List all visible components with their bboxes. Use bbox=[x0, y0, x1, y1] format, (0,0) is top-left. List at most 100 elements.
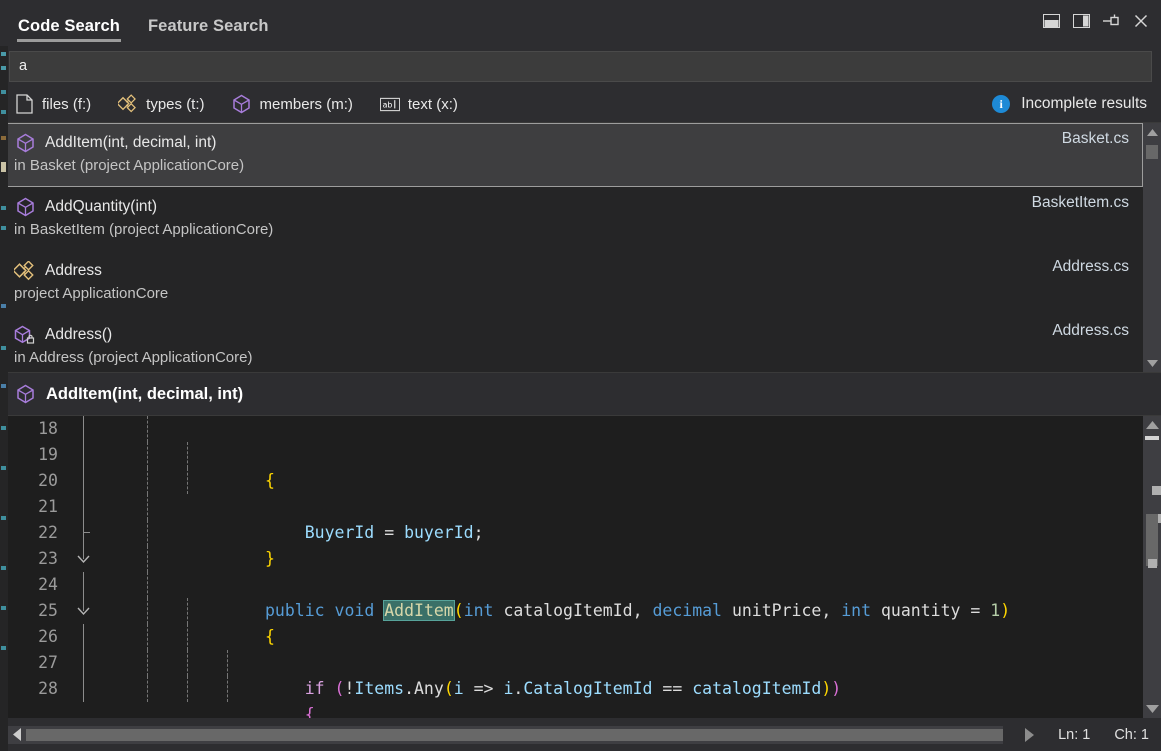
search-input[interactable] bbox=[19, 58, 1142, 74]
result-file: BasketItem.cs bbox=[1032, 194, 1129, 212]
code-text: { bbox=[100, 572, 1143, 598]
filter-text[interactable]: ab text (x:) bbox=[380, 94, 458, 114]
line-number: 27 bbox=[0, 650, 66, 676]
results-scrollbar-thumb[interactable] bbox=[1146, 145, 1158, 159]
editor-scrollbar[interactable] bbox=[1143, 416, 1161, 718]
preview-header: AddItem(int, decimal, int) bbox=[0, 372, 1161, 416]
member-cube-private-icon bbox=[14, 324, 36, 346]
close-icon[interactable] bbox=[1131, 11, 1151, 31]
fold-margin[interactable] bbox=[66, 468, 100, 494]
fold-margin[interactable] bbox=[66, 598, 100, 624]
filter-files[interactable]: files (f:) bbox=[14, 94, 91, 114]
fold-margin[interactable] bbox=[66, 520, 100, 546]
scroll-down-icon[interactable] bbox=[1143, 354, 1161, 372]
code-line: 18 { bbox=[0, 416, 1143, 442]
result-row-1[interactable]: AddQuantity(int) in BasketItem (project … bbox=[0, 187, 1143, 251]
fold-margin[interactable] bbox=[66, 624, 100, 650]
result-file: Basket.cs bbox=[1062, 130, 1129, 148]
scroll-down-icon[interactable] bbox=[1143, 700, 1161, 718]
horizontal-scrollbar[interactable] bbox=[8, 726, 1003, 744]
pin-icon[interactable] bbox=[1101, 11, 1121, 31]
line-number: 28 bbox=[0, 676, 66, 702]
code-text: { bbox=[100, 416, 1143, 442]
dock-bottom-icon[interactable] bbox=[1041, 11, 1061, 31]
code-text: if (!Items.Any(i => i.CatalogItemId == c… bbox=[100, 598, 1143, 624]
fold-margin[interactable] bbox=[66, 494, 100, 520]
tab-feature-search[interactable]: Feature Search bbox=[144, 17, 279, 46]
code-line: 28 return; bbox=[0, 676, 1143, 702]
fold-margin[interactable] bbox=[66, 442, 100, 468]
filter-types[interactable]: types (t:) bbox=[118, 94, 204, 114]
line-number: 24 bbox=[0, 572, 66, 598]
editor-scrollbar-match-marker bbox=[1152, 486, 1161, 495]
editor-scrollbar-top-marker bbox=[1145, 436, 1159, 440]
code-area[interactable]: 18 { 19 BuyerId = buyerId; bbox=[0, 416, 1143, 718]
incomplete-results-label: Incomplete results bbox=[1021, 95, 1147, 113]
result-file: Address.cs bbox=[1052, 258, 1129, 276]
member-cube-icon bbox=[14, 132, 36, 154]
code-line: 22 bbox=[0, 520, 1143, 546]
scroll-up-icon[interactable] bbox=[1143, 123, 1161, 141]
code-scroll: 18 { 19 BuyerId = buyerId; bbox=[0, 416, 1143, 718]
edge-annotation-strip bbox=[0, 46, 8, 751]
title-bar: Code Search Feature Search bbox=[0, 0, 1161, 46]
result-context: in Basket (project ApplicationCore) bbox=[14, 157, 1129, 174]
member-cube-icon bbox=[14, 196, 36, 218]
chevron-down-icon[interactable] bbox=[76, 553, 90, 565]
preview-title: AddItem(int, decimal, int) bbox=[46, 385, 243, 404]
text-ab-icon: ab bbox=[380, 94, 400, 114]
results-scrollbar[interactable] bbox=[1143, 123, 1161, 372]
filter-row: files (f:) types (t:) bbox=[0, 86, 1161, 122]
scroll-up-icon[interactable] bbox=[1143, 416, 1161, 434]
line-number: 18 bbox=[0, 416, 66, 442]
fold-margin[interactable] bbox=[66, 676, 100, 702]
line-number: 20 bbox=[0, 468, 66, 494]
line-number: 23 bbox=[0, 546, 66, 572]
result-row-0[interactable]: AddItem(int, decimal, int) in Basket (pr… bbox=[0, 123, 1143, 187]
result-context: in Address (project ApplicationCore) bbox=[14, 349, 1129, 366]
horizontal-scrollbar-thumb[interactable] bbox=[26, 729, 1003, 741]
line-number: 26 bbox=[0, 624, 66, 650]
result-title: Address() bbox=[45, 326, 112, 344]
code-text bbox=[100, 468, 1143, 494]
code-line: 27 _items.Add(new BasketItem(catalogItem… bbox=[0, 650, 1143, 676]
fold-margin[interactable] bbox=[66, 416, 100, 442]
code-text bbox=[100, 520, 1143, 546]
type-icon bbox=[14, 260, 36, 282]
filter-members[interactable]: members (m:) bbox=[232, 94, 353, 114]
code-text: return; bbox=[100, 676, 1143, 702]
result-row-3[interactable]: Address() in Address (project Applicatio… bbox=[0, 315, 1143, 372]
code-search-window: Code Search Feature Search bbox=[0, 0, 1161, 751]
code-line: 26 { bbox=[0, 624, 1143, 650]
code-line: 23 public void AddItem(int catalogItemId… bbox=[0, 546, 1143, 572]
result-context: in BasketItem (project ApplicationCore) bbox=[14, 221, 1129, 238]
result-context: project ApplicationCore bbox=[14, 285, 1129, 302]
member-cube-icon bbox=[14, 383, 36, 405]
file-icon bbox=[14, 94, 34, 114]
scroll-right-icon[interactable] bbox=[1025, 728, 1034, 742]
member-cube-icon bbox=[232, 94, 252, 114]
search-box[interactable] bbox=[9, 51, 1152, 82]
code-line: 21 } bbox=[0, 494, 1143, 520]
results-list: AddItem(int, decimal, int) in Basket (pr… bbox=[0, 122, 1161, 372]
results-list-inner: AddItem(int, decimal, int) in Basket (pr… bbox=[0, 123, 1143, 372]
chevron-down-icon[interactable] bbox=[76, 605, 90, 617]
incomplete-results-notice: i Incomplete results bbox=[992, 86, 1147, 122]
tab-code-search[interactable]: Code Search bbox=[14, 17, 130, 46]
filter-files-label: files (f:) bbox=[42, 96, 91, 113]
result-row-2[interactable]: Address project ApplicationCore Address.… bbox=[0, 251, 1143, 315]
line-number: 25 bbox=[0, 598, 66, 624]
code-text: { bbox=[100, 624, 1143, 650]
result-title: AddItem(int, decimal, int) bbox=[45, 134, 216, 152]
fold-margin[interactable] bbox=[66, 572, 100, 598]
search-row bbox=[0, 46, 1161, 86]
filter-text-label: text (x:) bbox=[408, 96, 458, 113]
scroll-left-icon[interactable] bbox=[8, 726, 26, 744]
fold-margin[interactable] bbox=[66, 546, 100, 572]
fold-margin[interactable] bbox=[66, 650, 100, 676]
result-file: Address.cs bbox=[1052, 322, 1129, 340]
dock-right-icon[interactable] bbox=[1071, 11, 1091, 31]
code-line: 20 bbox=[0, 468, 1143, 494]
result-title: AddQuantity(int) bbox=[45, 198, 157, 216]
tab-strip: Code Search Feature Search bbox=[14, 0, 293, 46]
